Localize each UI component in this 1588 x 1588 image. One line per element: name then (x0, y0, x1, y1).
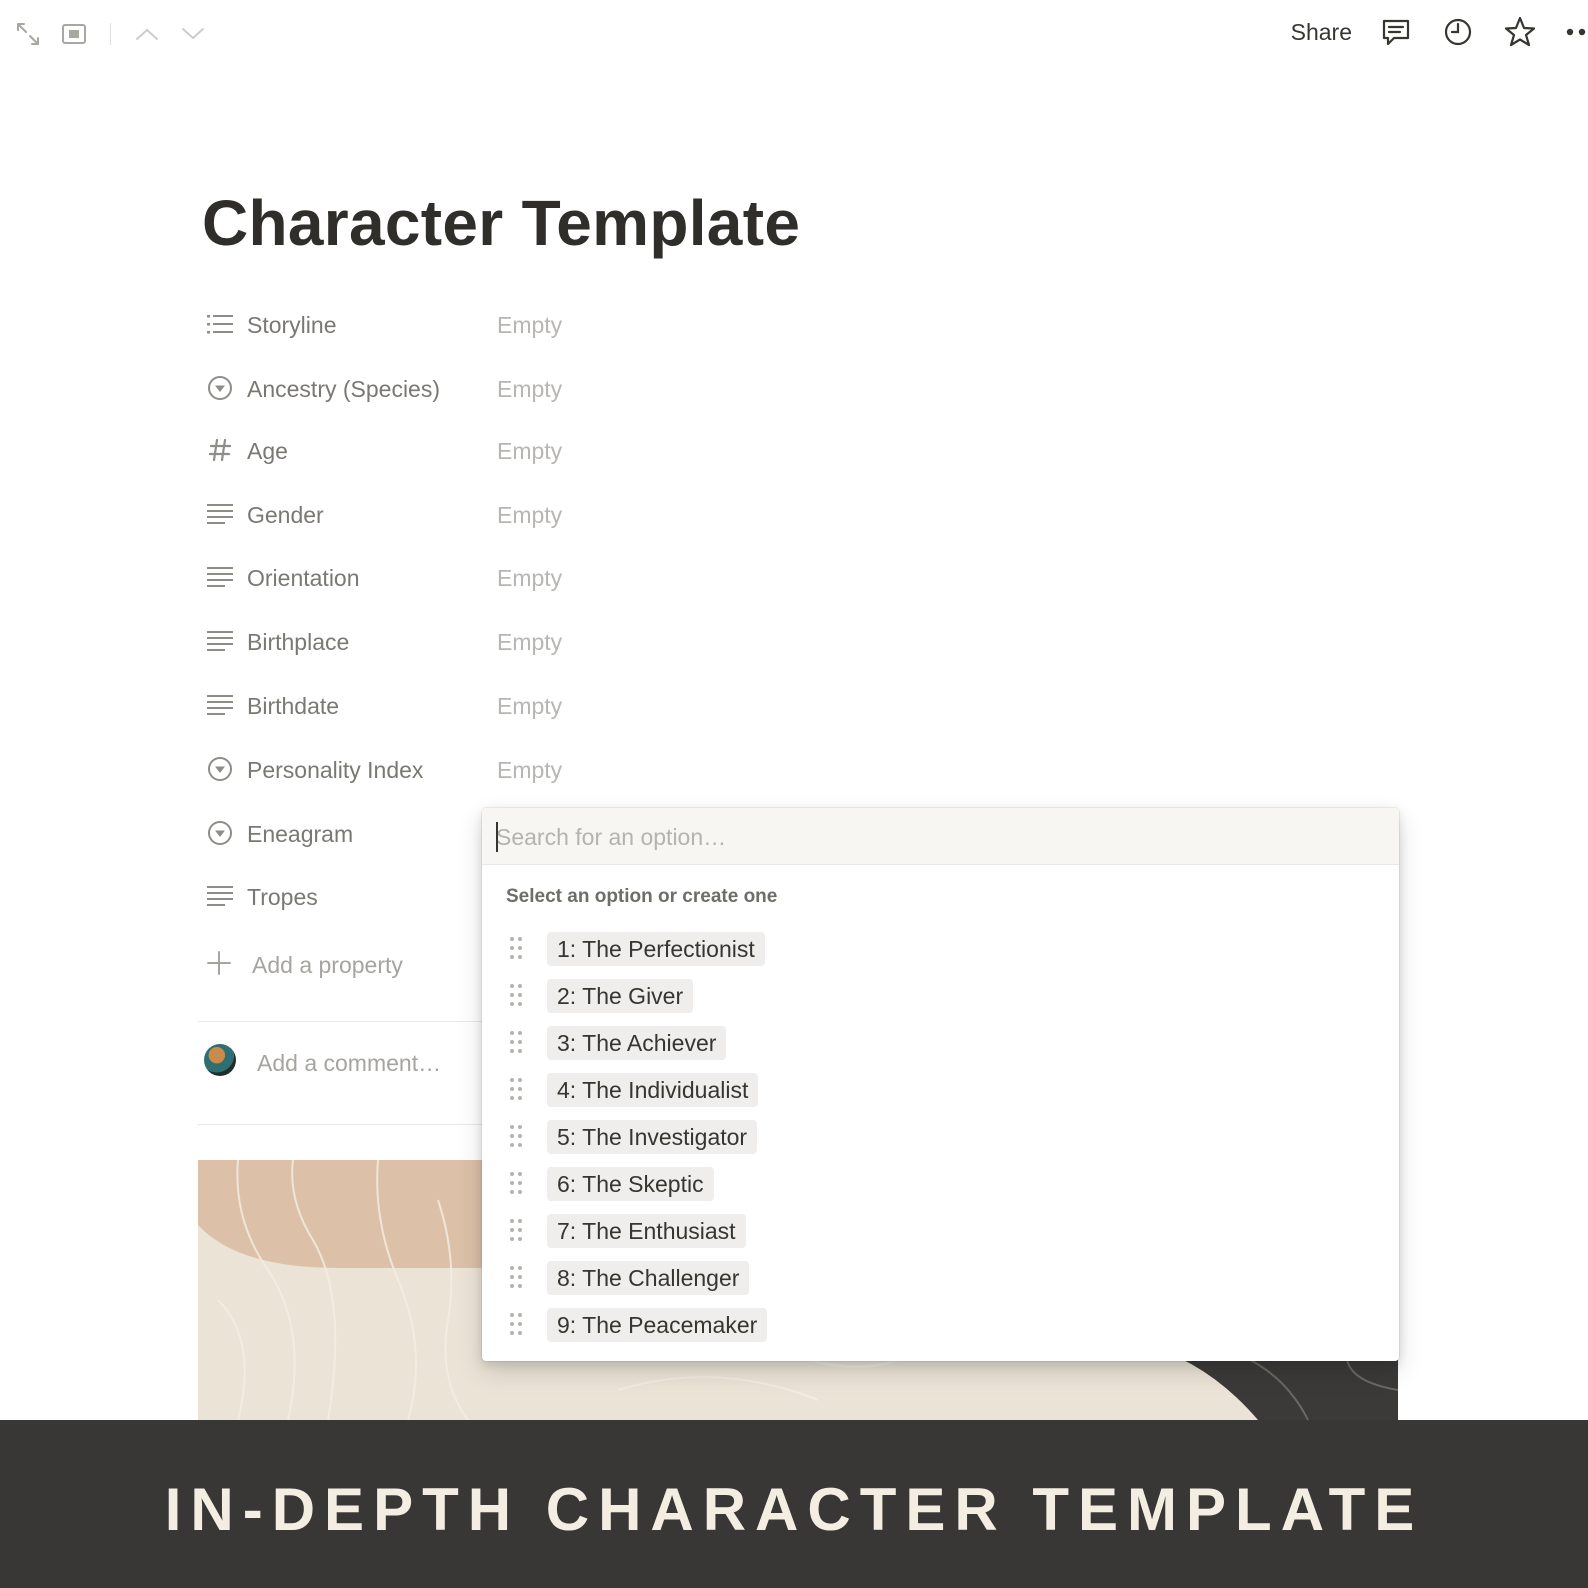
option-tag[interactable]: 8: The Challenger (547, 1261, 750, 1295)
property-label: Personality Index (247, 757, 424, 783)
banner-text: IN-DEPTH CHARACTER TEMPLATE (164, 1476, 1424, 1543)
text-icon (206, 564, 234, 590)
option-tag[interactable]: 6: The Skeptic (547, 1167, 714, 1201)
comment-input[interactable]: Add a comment… (257, 1050, 441, 1077)
option-item[interactable]: 8: The Challenger (482, 1257, 1399, 1299)
top-bar-left (12, 18, 209, 50)
page-title[interactable]: Character Template (202, 186, 800, 260)
star-icon[interactable] (1502, 14, 1538, 50)
list-icon (206, 311, 234, 337)
property-label: Birthdate (247, 693, 340, 719)
property-birthdate[interactable]: Birthdate Empty (206, 685, 606, 725)
drag-handle-icon[interactable] (509, 1124, 523, 1148)
text-icon (206, 501, 234, 527)
sidebar-toggle-icon[interactable] (58, 18, 90, 50)
option-tag[interactable]: 9: The Peacemaker (547, 1308, 768, 1342)
top-bar: Share (0, 0, 1588, 70)
text-caret (496, 822, 498, 852)
divider (198, 1124, 483, 1125)
number-icon (206, 437, 234, 463)
drag-handle-icon[interactable] (509, 1030, 523, 1054)
property-label: Storyline (247, 312, 337, 338)
top-bar-right: Share (1291, 14, 1588, 50)
toolbar-separator (110, 23, 111, 45)
option-tag[interactable]: 1: The Perfectionist (547, 932, 765, 966)
divider (198, 1021, 483, 1022)
property-birthplace[interactable]: Birthplace Empty (206, 621, 606, 661)
option-item[interactable]: 5: The Investigator (482, 1116, 1399, 1158)
drag-handle-icon[interactable] (509, 1171, 523, 1195)
property-value[interactable]: Empty (497, 693, 562, 720)
property-ancestry[interactable]: Ancestry (Species) Empty (206, 368, 606, 408)
property-personality-index[interactable]: Personality Index Empty (206, 749, 606, 789)
drag-handle-icon[interactable] (509, 1218, 523, 1242)
option-item[interactable]: 2: The Giver (482, 975, 1399, 1017)
property-orientation[interactable]: Orientation Empty (206, 557, 606, 597)
clock-icon[interactable] (1440, 14, 1476, 50)
option-item[interactable]: 1: The Perfectionist (482, 928, 1399, 970)
select-icon (206, 820, 234, 846)
property-value[interactable]: Empty (497, 757, 562, 784)
property-label: Birthplace (247, 629, 350, 655)
chevron-down-icon[interactable] (177, 18, 209, 50)
option-dropdown: Select an option or create one 1: The Pe… (482, 808, 1399, 1361)
property-value[interactable]: Empty (497, 438, 562, 465)
option-item[interactable]: 7: The Enthusiast (482, 1210, 1399, 1252)
property-value[interactable]: Empty (497, 376, 562, 403)
option-item[interactable]: 4: The Individualist (482, 1069, 1399, 1111)
option-tag[interactable]: 5: The Investigator (547, 1120, 758, 1154)
property-label: Ancestry (Species) (247, 376, 441, 402)
option-item[interactable]: 6: The Skeptic (482, 1163, 1399, 1205)
property-label: Eneagram (247, 821, 354, 847)
option-tag[interactable]: 7: The Enthusiast (547, 1214, 746, 1248)
text-icon (206, 628, 234, 654)
property-value[interactable]: Empty (497, 565, 562, 592)
promo-banner: IN-DEPTH CHARACTER TEMPLATE (0, 1420, 1588, 1588)
search-bar (482, 808, 1399, 865)
option-tag[interactable]: 4: The Individualist (547, 1073, 759, 1107)
drag-handle-icon[interactable] (509, 1312, 523, 1336)
share-button[interactable]: Share (1291, 19, 1352, 46)
property-gender[interactable]: Gender Empty (206, 494, 606, 534)
add-property-label: Add a property (252, 952, 403, 978)
property-value[interactable]: Empty (497, 629, 562, 656)
expand-icon[interactable] (12, 18, 44, 50)
property-value[interactable]: Empty (497, 502, 562, 529)
option-tag[interactable]: 2: The Giver (547, 979, 694, 1013)
comment-icon[interactable] (1378, 14, 1414, 50)
drag-handle-icon[interactable] (509, 983, 523, 1007)
more-icon[interactable] (1564, 14, 1588, 50)
drag-handle-icon[interactable] (509, 1265, 523, 1289)
text-icon (206, 883, 234, 909)
property-label: Tropes (247, 884, 318, 910)
option-item[interactable]: 9: The Peacemaker (482, 1304, 1399, 1346)
select-icon (206, 756, 234, 782)
plus-icon (206, 950, 232, 981)
property-label: Gender (247, 502, 324, 528)
option-item[interactable]: 3: The Achiever (482, 1022, 1399, 1064)
property-label: Orientation (247, 565, 360, 591)
property-age[interactable]: Age Empty (206, 430, 606, 470)
drag-handle-icon[interactable] (509, 936, 523, 960)
property-storyline[interactable]: Storyline Empty (206, 304, 606, 344)
drag-handle-icon[interactable] (509, 1077, 523, 1101)
property-value[interactable]: Empty (497, 312, 562, 339)
search-input[interactable] (496, 820, 1376, 854)
avatar (204, 1044, 236, 1076)
chevron-up-icon[interactable] (131, 18, 163, 50)
dropdown-header: Select an option or create one (506, 886, 778, 907)
text-icon (206, 692, 234, 718)
option-tag[interactable]: 3: The Achiever (547, 1026, 727, 1060)
property-label: Age (247, 438, 288, 464)
select-icon (206, 375, 234, 401)
